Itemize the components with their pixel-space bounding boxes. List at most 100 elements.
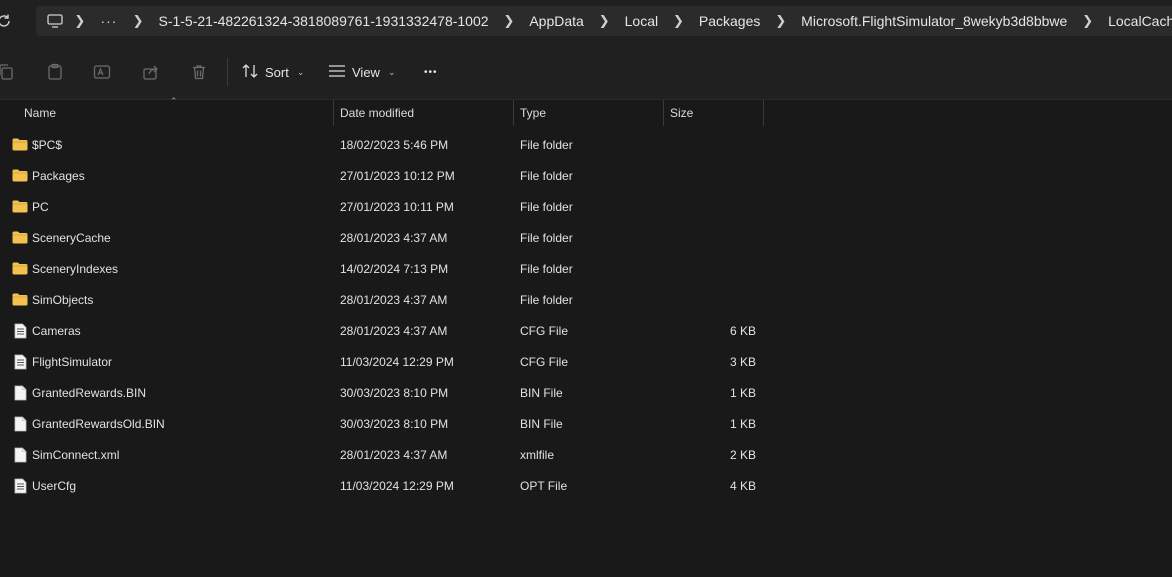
copy-icon[interactable]: [0, 62, 16, 82]
file-type: OPT File: [520, 478, 568, 493]
file-date-modified: 28/01/2023 4:37 AM: [340, 230, 448, 245]
chevron-down-icon: ⌄: [296, 66, 305, 77]
file-row[interactable]: $PC$ 18/02/2023 5:46 PM File folder: [0, 129, 1172, 160]
delete-icon[interactable]: [189, 62, 209, 82]
share-icon[interactable]: [141, 62, 161, 82]
blank-file-icon: [12, 439, 28, 470]
file-list: $PC$ 18/02/2023 5:46 PM File folder Package…: [0, 129, 1172, 501]
column-resize-handle[interactable]: [513, 100, 514, 126]
file-date-modified: 27/01/2023 10:11 PM: [340, 199, 454, 214]
file-name: GrantedRewards.BIN: [32, 385, 147, 400]
chevron-down-icon: ⌄: [387, 66, 396, 77]
sort-button[interactable]: Sort ⌄: [241, 60, 304, 84]
this-pc-icon[interactable]: [47, 13, 63, 29]
folder-icon: [12, 284, 28, 315]
file-size: 6 KB: [729, 323, 756, 338]
breadcrumb-flightsimulator[interactable]: Microsoft.FlightSimulator_8wekyb3d8bbwe: [797, 13, 1071, 29]
file-type: BIN File: [520, 416, 563, 431]
blank-file-icon: [12, 377, 28, 408]
file-size: 1 KB: [729, 416, 756, 431]
chevron-right-icon[interactable]: ❯: [764, 13, 797, 29]
file-row[interactable]: PC 27/01/2023 10:11 PM File folder: [0, 191, 1172, 222]
chevron-right-icon[interactable]: ❯: [493, 13, 526, 29]
file-name: SceneryCache: [32, 230, 111, 245]
column-resize-handle[interactable]: [663, 100, 664, 126]
file-size: [664, 253, 756, 284]
chevron-right-icon[interactable]: ❯: [588, 13, 621, 29]
file-type: BIN File: [520, 385, 563, 400]
blank-file-icon: [12, 408, 28, 439]
file-type: File folder: [520, 137, 573, 152]
file-size: [664, 129, 756, 160]
breadcrumb-localcache[interactable]: LocalCache: [1104, 13, 1172, 29]
file-size: 4 KB: [729, 478, 756, 493]
file-row[interactable]: SceneryCache 28/01/2023 4:37 AM File folde…: [0, 222, 1172, 253]
file-type: File folder: [520, 168, 573, 183]
chevron-right-icon[interactable]: ❯: [1071, 13, 1104, 29]
refresh-icon[interactable]: [0, 11, 14, 31]
breadcrumb-appdata[interactable]: AppData: [525, 13, 587, 29]
file-size: [664, 191, 756, 222]
file-name: PC: [32, 199, 49, 214]
view-button[interactable]: View ⌄: [328, 60, 396, 84]
file-name: UserCfg: [32, 478, 77, 493]
file-date-modified: 11/03/2024 12:29 PM: [340, 478, 454, 493]
file-size: [664, 160, 756, 191]
file-row[interactable]: UserCfg 11/03/2024 12:29 PM OPT File 4 KB: [0, 470, 1172, 501]
folder-icon: [12, 160, 28, 191]
rename-icon[interactable]: [92, 62, 112, 82]
file-row[interactable]: GrantedRewards.BIN 30/03/2023 8:10 PM BIN …: [0, 377, 1172, 408]
file-date-modified: 28/01/2023 4:37 AM: [340, 292, 448, 307]
column-header-name[interactable]: Name: [24, 100, 56, 126]
chevron-right-icon[interactable]: ❯: [122, 13, 155, 29]
file-size: 3 KB: [729, 354, 756, 369]
column-resize-handle[interactable]: [333, 100, 334, 126]
address-bar-row: ❯ ··· ❯ S-1-5-21-482261324-3818089761-19…: [0, 0, 1172, 44]
folder-icon: [12, 253, 28, 284]
file-row[interactable]: Cameras 28/01/2023 4:37 AM CFG File 6 KB: [0, 315, 1172, 346]
address-bar[interactable]: ❯ ··· ❯ S-1-5-21-482261324-3818089761-19…: [36, 6, 1172, 36]
file-name: Packages: [32, 168, 85, 183]
folder-icon: [12, 129, 28, 160]
file-row[interactable]: FlightSimulator 11/03/2024 12:29 PM CFG Fi…: [0, 346, 1172, 377]
column-header-row: ⌃ Name Date modified Type Size: [0, 96, 1172, 126]
paste-icon[interactable]: [45, 62, 65, 82]
command-bar: Sort ⌄ View ⌄ •••: [0, 44, 1172, 100]
file-type: File folder: [520, 292, 573, 307]
breadcrumb-local[interactable]: Local: [621, 13, 662, 29]
file-name: SimConnect.xml: [32, 447, 120, 462]
column-resize-handle[interactable]: [763, 100, 764, 126]
file-size: [664, 222, 756, 253]
column-header-date[interactable]: Date modified: [340, 100, 414, 126]
file-date-modified: 11/03/2024 12:29 PM: [340, 354, 454, 369]
breadcrumb-more[interactable]: ···: [96, 13, 122, 29]
file-row[interactable]: SceneryIndexes 14/02/2024 7:13 PM File fol…: [0, 253, 1172, 284]
file-date-modified: 30/03/2023 8:10 PM: [340, 416, 449, 431]
column-header-size[interactable]: Size: [670, 100, 693, 126]
file-name: SimObjects: [32, 292, 94, 307]
file-date-modified: 28/01/2023 4:37 AM: [340, 323, 448, 338]
column-header-type[interactable]: Type: [520, 100, 546, 126]
file-row[interactable]: GrantedRewardsOld.BIN 30/03/2023 8:10 PM B…: [0, 408, 1172, 439]
chevron-right-icon[interactable]: ❯: [662, 13, 695, 29]
file-type: CFG File: [520, 354, 568, 369]
folder-icon: [12, 222, 28, 253]
file-row[interactable]: SimConnect.xml 28/01/2023 4:37 AM xmlfile 2…: [0, 439, 1172, 470]
more-options-button[interactable]: •••: [424, 60, 438, 84]
file-date-modified: 30/03/2023 8:10 PM: [340, 385, 449, 400]
sort-label: Sort: [265, 64, 289, 80]
toolbar-divider: [227, 58, 228, 86]
breadcrumb-packages[interactable]: Packages: [695, 13, 764, 29]
breadcrumb-sid[interactable]: S-1-5-21-482261324-3818089761-1931332478…: [154, 13, 492, 29]
file-type: File folder: [520, 261, 573, 276]
file-type: CFG File: [520, 323, 568, 338]
file-row[interactable]: SimObjects 28/01/2023 4:37 AM File folder: [0, 284, 1172, 315]
view-label: View: [352, 64, 380, 80]
file-date-modified: 27/01/2023 10:12 PM: [340, 168, 455, 183]
file-row[interactable]: Packages 27/01/2023 10:12 PM File folder: [0, 160, 1172, 191]
chevron-right-icon[interactable]: ❯: [63, 13, 96, 29]
file-size: [664, 284, 756, 315]
file-name: Cameras: [32, 323, 81, 338]
file-name: FlightSimulator: [32, 354, 113, 369]
sort-ascending-icon: ⌃: [170, 96, 178, 106]
